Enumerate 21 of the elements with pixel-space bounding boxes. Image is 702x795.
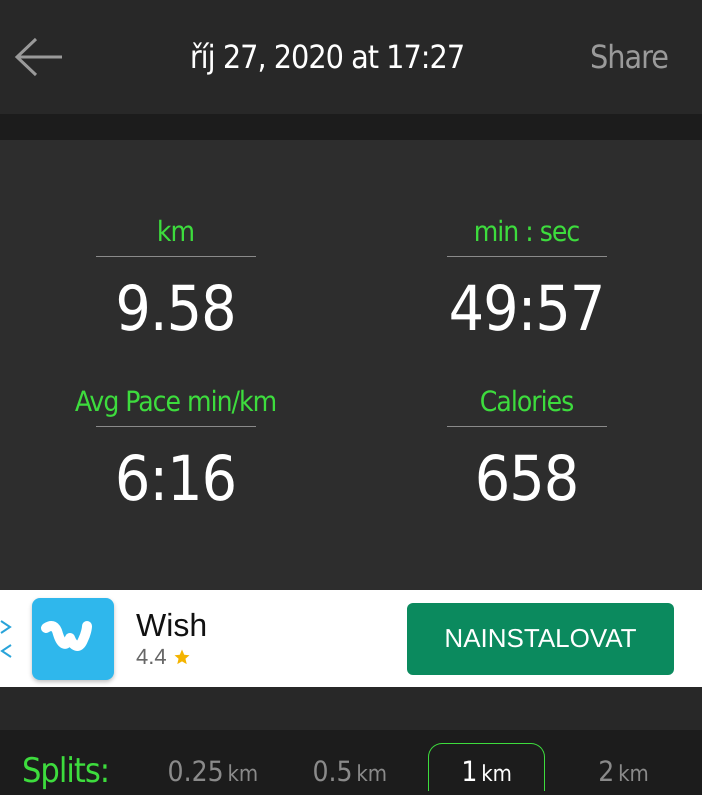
star-icon <box>172 648 191 666</box>
split-tab[interactable]: 1 km <box>428 743 546 791</box>
stat-label: km <box>156 214 194 250</box>
app-icon <box>32 598 114 680</box>
install-button[interactable]: NAINSTALOVAT <box>407 602 674 674</box>
stat-value: 49:57 <box>448 271 604 347</box>
stat-label: min : sec <box>474 214 580 250</box>
app-rating: 4.4 <box>136 644 167 670</box>
back-arrow-icon[interactable] <box>14 37 64 77</box>
stat-label: Calories <box>480 384 574 420</box>
split-tab[interactable]: 2 km <box>565 743 682 791</box>
app-name: Wish <box>136 607 208 644</box>
stat-value: 6:16 <box>114 441 236 517</box>
splits-label: Splits: <box>22 751 110 791</box>
split-tab[interactable]: 0.5 km <box>291 743 408 791</box>
stat-value: 9.58 <box>115 271 236 347</box>
stat-value: 658 <box>474 441 578 517</box>
stat-label: Avg Pace min/km <box>74 384 276 420</box>
page-title: říj 27, 2020 at 17:27 <box>190 38 464 76</box>
split-tab[interactable]: 0.25 km <box>154 743 272 791</box>
share-button[interactable]: Share <box>590 38 668 76</box>
